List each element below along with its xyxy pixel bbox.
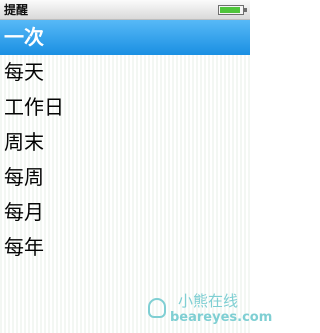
menu-item-once[interactable]: 一次 [0, 20, 250, 55]
menu-item-yearly[interactable]: 每年 [0, 230, 250, 265]
reminder-screen: 提醒 一次 每天 工作日 周末 每周 每月 每年 小熊在线 beareyes.c… [0, 0, 272, 333]
battery-level-fill [220, 7, 240, 13]
page-title: 提醒 [4, 3, 29, 17]
reminder-options-list: 一次 每天 工作日 周末 每周 每月 每年 [0, 20, 250, 265]
bear-logo-icon [148, 298, 166, 318]
watermark-en-text: beareyes.com [170, 310, 273, 325]
menu-item-weekend[interactable]: 周末 [0, 125, 250, 160]
menu-item-weekdays[interactable]: 工作日 [0, 90, 250, 125]
menu-item-monthly[interactable]: 每月 [0, 195, 250, 230]
menu-item-weekly[interactable]: 每周 [0, 160, 250, 195]
watermark: 小熊在线 beareyes.com [148, 292, 272, 332]
status-bar: 提醒 [0, 0, 250, 20]
menu-item-daily[interactable]: 每天 [0, 55, 250, 90]
battery-icon [218, 5, 247, 15]
watermark-cn-text: 小熊在线 [178, 292, 239, 310]
